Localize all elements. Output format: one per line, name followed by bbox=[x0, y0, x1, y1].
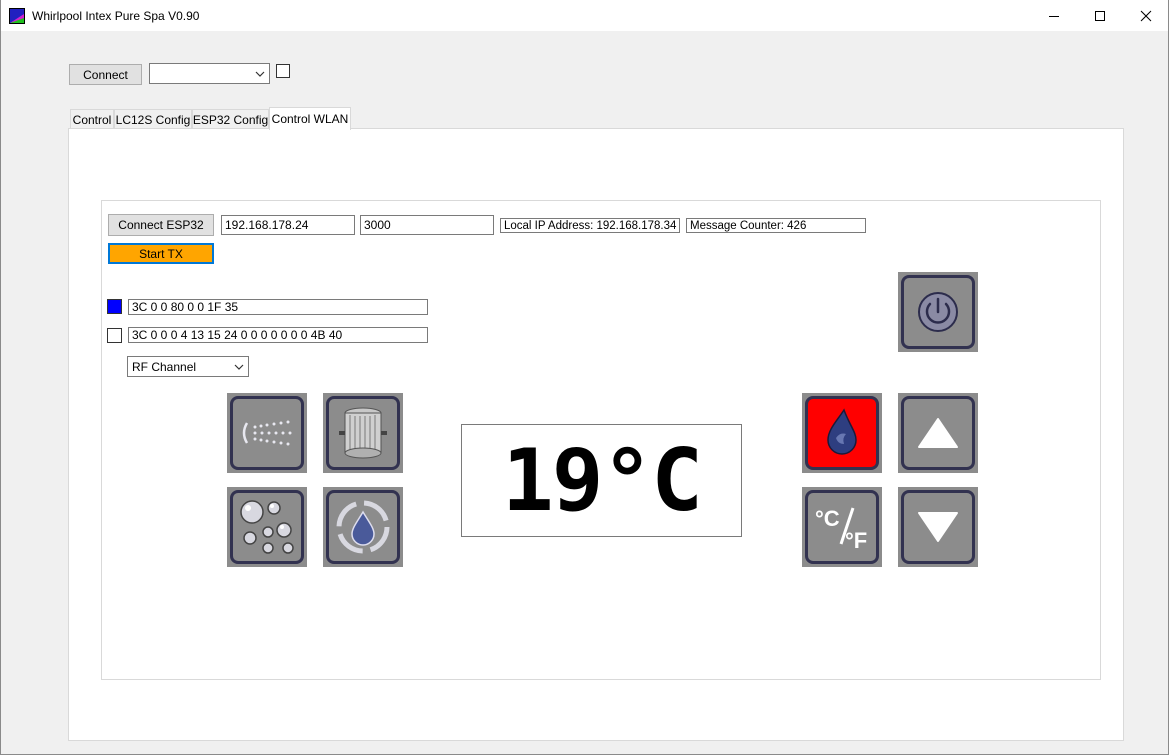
start-tx-button[interactable]: Start TX bbox=[108, 243, 214, 264]
temperature-up-button[interactable] bbox=[898, 393, 978, 473]
message-counter-label: Message Counter: 426 bbox=[686, 218, 866, 233]
heater-flame-icon bbox=[827, 408, 857, 455]
bubbles-button[interactable] bbox=[227, 487, 307, 567]
tab-lc12s-config[interactable]: LC12S Config bbox=[114, 109, 192, 129]
port-input[interactable]: 3000 bbox=[360, 215, 494, 235]
filter-button[interactable] bbox=[323, 393, 403, 473]
svg-text:°F: °F bbox=[845, 528, 867, 552]
celsius-fahrenheit-icon: °C °F bbox=[815, 506, 867, 552]
window-title: Whirlpool Intex Pure Spa V0.90 bbox=[32, 9, 200, 23]
connect-esp32-button[interactable]: Connect ESP32 bbox=[108, 214, 214, 236]
tab-esp32-config[interactable]: ESP32 Config bbox=[192, 109, 269, 129]
tab-control-wlan[interactable]: Control WLAN bbox=[269, 107, 351, 130]
arrow-down-icon bbox=[918, 512, 958, 542]
rx-line-1: 3C 0 0 80 0 0 1F 35 bbox=[128, 299, 428, 315]
com-port-select[interactable] bbox=[149, 63, 270, 84]
close-icon bbox=[1140, 10, 1152, 21]
filter-icon bbox=[339, 407, 387, 459]
tab-control[interactable]: Control bbox=[70, 109, 114, 129]
close-button[interactable] bbox=[1123, 0, 1169, 31]
unit-toggle-button[interactable]: °C °F bbox=[802, 487, 882, 567]
connect-button[interactable]: Connect bbox=[69, 64, 142, 85]
rx-indicator-1 bbox=[107, 299, 122, 314]
temperature-down-button[interactable] bbox=[898, 487, 978, 567]
bubbles-icon bbox=[240, 500, 294, 554]
minimize-icon bbox=[1049, 15, 1059, 17]
power-button[interactable] bbox=[898, 272, 978, 352]
svg-text:°C: °C bbox=[815, 506, 840, 531]
temperature-display: 19°C bbox=[461, 424, 742, 537]
sanitizer-button[interactable] bbox=[323, 487, 403, 567]
maximize-button[interactable] bbox=[1077, 0, 1123, 31]
heater-button[interactable] bbox=[802, 393, 882, 473]
arrow-up-icon bbox=[918, 418, 958, 448]
jets-button[interactable] bbox=[227, 393, 307, 473]
power-icon bbox=[918, 292, 958, 332]
connect-checkbox[interactable] bbox=[276, 64, 290, 78]
ip-address-input[interactable]: 192.168.178.24 bbox=[221, 215, 355, 235]
sanitizer-icon bbox=[336, 500, 390, 554]
app-icon bbox=[9, 8, 25, 24]
rf-channel-select[interactable]: RF Channel bbox=[127, 356, 249, 377]
rf-channel-value: RF Channel bbox=[132, 360, 197, 374]
rx-line-2: 3C 0 0 0 4 13 15 24 0 0 0 0 0 0 0 4B 40 bbox=[128, 327, 428, 343]
rx-indicator-2 bbox=[107, 328, 122, 343]
chevron-down-icon bbox=[255, 71, 265, 77]
jets-icon bbox=[242, 420, 292, 446]
maximize-icon bbox=[1095, 10, 1105, 21]
minimize-button[interactable] bbox=[1031, 0, 1077, 31]
chevron-down-icon bbox=[234, 364, 244, 370]
local-ip-label: Local IP Address: 192.168.178.34 bbox=[500, 218, 680, 233]
